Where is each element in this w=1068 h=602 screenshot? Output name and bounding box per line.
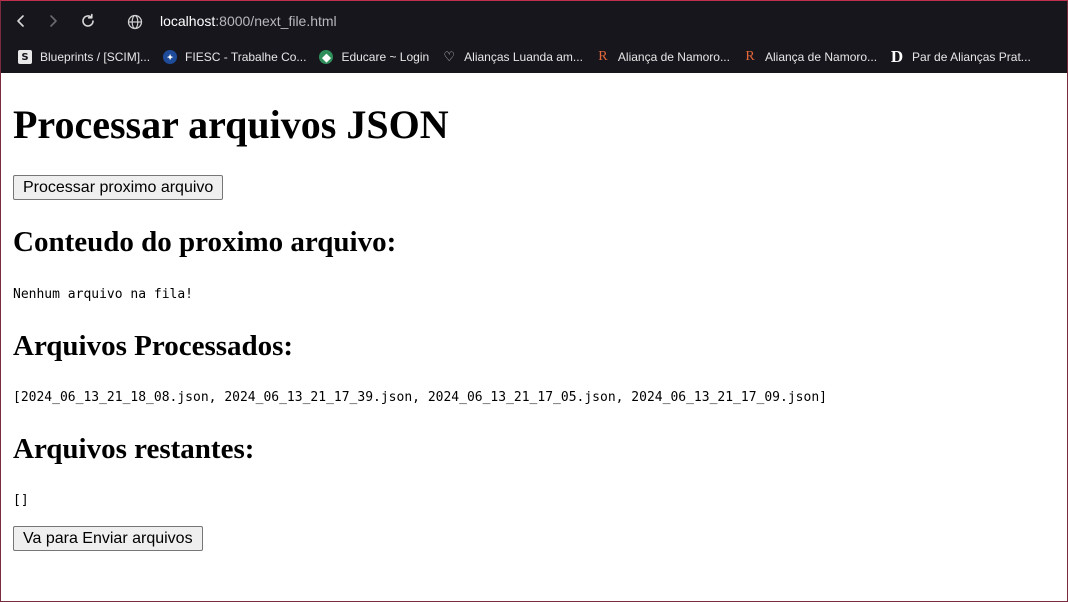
fiesc-icon: ✦: [163, 50, 178, 64]
process-next-file-button[interactable]: Processar proximo arquivo: [13, 175, 224, 200]
next-file-content: Nenhum arquivo na fila!: [13, 287, 194, 302]
bookmark-label: Educare ~ Login: [341, 50, 430, 64]
bookmark-label: Par de Alianças Prat...: [912, 50, 1031, 64]
processed-files-heading: Arquivos Processados:: [13, 330, 294, 362]
educare-icon: ◆: [319, 50, 334, 64]
forward-button[interactable]: [43, 11, 63, 31]
heart-icon: ♡: [443, 49, 455, 64]
chevron-right-icon: [50, 15, 57, 27]
processed-files-list: [2024_06_13_21_18_08.json, 2024_06_13_21…: [13, 390, 827, 405]
globe-icon: [127, 14, 143, 30]
bookmark-label: Aliança de Namoro...: [764, 50, 878, 64]
bookmark-fiesc[interactable]: ✦ FIESC - Trabalhe Co...: [163, 50, 306, 64]
remaining-files-heading: Arquivos restantes:: [13, 433, 255, 465]
bookmark-blueprints[interactable]: S Blueprints / [SCIM]...: [18, 50, 150, 64]
url-path: :8000/next_file.html: [215, 13, 337, 29]
bookmark-label: Blueprints / [SCIM]...: [40, 50, 151, 64]
bookmark-label: FIESC - Trabalhe Co...: [185, 50, 307, 64]
chevron-left-icon: [17, 15, 24, 27]
bookmark-label: Alianças Luanda am...: [464, 50, 583, 64]
bookmark-par-aliancas[interactable]: D Par de Alianças Prat...: [890, 47, 1031, 66]
browser-toolbar: localhost:8000/next_file.html: [0, 0, 1068, 42]
r-logo-icon: R: [598, 49, 608, 64]
bookmark-alianca-namoro-2[interactable]: R Aliança de Namoro...: [743, 49, 878, 64]
bookmark-aliancas-luanda[interactable]: ♡ Alianças Luanda am...: [442, 49, 583, 64]
url-host: localhost: [160, 13, 216, 29]
s-badge-icon: S: [18, 50, 32, 64]
site-info-icon[interactable]: [125, 12, 145, 32]
bookmarks-bar: S Blueprints / [SCIM]... ✦ FIESC - Traba…: [0, 44, 1068, 70]
d-logo-icon: D: [890, 47, 904, 66]
r-logo-icon: R: [745, 49, 755, 64]
bookmark-educare[interactable]: ◆ Educare ~ Login: [319, 50, 429, 64]
next-file-heading: Conteudo do proximo arquivo:: [13, 226, 397, 258]
bookmark-alianca-namoro-1[interactable]: R Aliança de Namoro...: [596, 49, 730, 64]
reload-button[interactable]: [78, 11, 98, 31]
reload-icon: [82, 13, 94, 27]
address-bar[interactable]: localhost:8000/next_file.html: [160, 13, 337, 29]
remaining-files-list: []: [13, 493, 29, 508]
back-button[interactable]: [11, 11, 31, 31]
browser-chrome: localhost:8000/next_file.html S Blueprin…: [0, 0, 1068, 73]
go-to-upload-button[interactable]: Va para Enviar arquivos: [13, 526, 203, 551]
bookmark-label: Aliança de Namoro...: [617, 50, 730, 64]
page-title: Processar arquivos JSON: [13, 102, 449, 147]
